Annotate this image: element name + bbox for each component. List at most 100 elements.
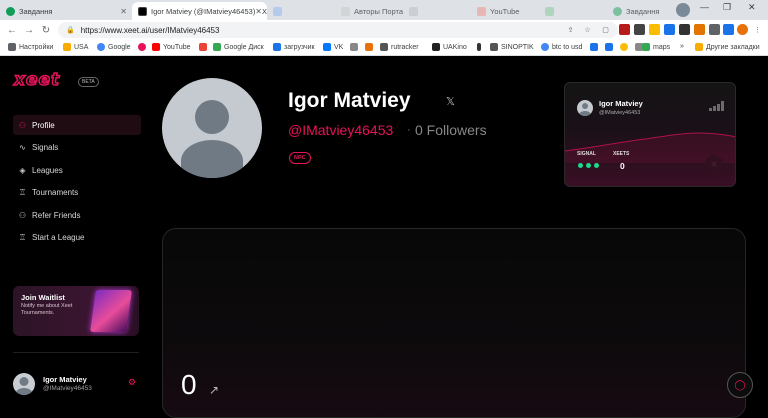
bookmark-item[interactable]: [477, 43, 484, 51]
reload-icon[interactable]: ↻: [41, 25, 51, 36]
extension-icon[interactable]: [679, 24, 690, 35]
bookmark-item[interactable]: Google Диск: [213, 43, 264, 51]
download-icon[interactable]: [723, 24, 734, 35]
x-twitter-icon[interactable]: 𝕏: [446, 95, 455, 108]
bookmark-icon[interactable]: ▢: [600, 24, 611, 35]
back-icon[interactable]: ←: [7, 25, 17, 36]
bookmark-item[interactable]: btc to usd: [541, 43, 582, 51]
browser-tab[interactable]: [267, 2, 335, 20]
join-waitlist-banner[interactable]: Join Waitlist Notify me about Xeet Tourn…: [13, 286, 139, 336]
close-tab-icon[interactable]: ✕: [255, 7, 262, 16]
bookmark-item[interactable]: [138, 43, 149, 51]
user-avatar[interactable]: [13, 373, 35, 395]
avatar-body-icon: [579, 111, 591, 116]
followers-count[interactable]: 0 Followers: [415, 122, 487, 138]
bookmark-item[interactable]: VK: [323, 43, 343, 51]
sidebar-item-profile[interactable]: ⚇ Profile: [13, 115, 141, 135]
bookmark-item[interactable]: Google: [97, 43, 131, 51]
avatar-head-icon: [19, 377, 29, 386]
signal-bar: [717, 104, 720, 111]
bookmark-item[interactable]: загрузчик: [273, 43, 315, 51]
sidebar-item-refer-friends[interactable]: ⚇ Refer Friends: [13, 205, 141, 225]
menu-dots-icon[interactable]: ⋮: [752, 24, 763, 35]
bookmark-item[interactable]: USA: [63, 43, 88, 51]
settings-gear-icon[interactable]: ⚙: [128, 377, 136, 388]
share-icon[interactable]: ⇪: [565, 24, 576, 35]
bookmark-item[interactable]: [605, 43, 616, 51]
address-bar[interactable]: 🔒 https://www.xeet.ai/user/IMatviey46453: [58, 22, 618, 38]
tab-favicon-icon: [545, 6, 554, 16]
sidebar-user-name: Igor Matviey: [43, 375, 87, 384]
bookmark-favicon-icon: [138, 43, 146, 51]
browser-tab[interactable]: YouTube: [471, 2, 539, 20]
google-icon: [97, 43, 105, 51]
sidebar-item-label: Refer Friends: [32, 210, 81, 220]
bookmark-item[interactable]: [620, 43, 631, 51]
browser-tab[interactable]: Авторы Портал: [335, 2, 403, 20]
bookmark-item[interactable]: [199, 43, 210, 51]
layers-icon: ◈: [19, 165, 26, 175]
xeet-logo[interactable]: xeet: [13, 69, 60, 91]
avatar-head-icon: [582, 103, 588, 109]
browser-tab[interactable]: Завдання: [607, 2, 675, 20]
sidebar-item-signals[interactable]: ∿ Signals: [13, 137, 141, 157]
trophy-icon: ♖: [18, 232, 27, 242]
more-bookmarks[interactable]: »: [680, 43, 684, 50]
score-panel: [162, 228, 746, 418]
bookmark-item[interactable]: rutracker: [380, 43, 419, 51]
browser-tab[interactable]: [403, 2, 471, 20]
bookmark-item[interactable]: [590, 43, 601, 51]
browser-tab[interactable]: Завдання ✕: [0, 2, 132, 20]
users-icon: ⚇: [18, 210, 27, 220]
url-text: https://www.xeet.ai/user/IMatviey46453: [80, 25, 220, 35]
extension-icon[interactable]: [634, 24, 645, 35]
bookmark-item[interactable]: maps: [642, 43, 670, 51]
bookmark-item[interactable]: YouTube: [152, 43, 191, 51]
profile-avatar-icon[interactable]: [676, 3, 690, 17]
profile-card[interactable]: Igor Matviey @IMatviey46453 SIGNAL XEETS…: [564, 82, 736, 187]
profile-handle[interactable]: @IMatviey46453: [288, 122, 393, 138]
avatar-body-icon: [16, 388, 32, 395]
bookmark-item[interactable]: [350, 43, 361, 51]
extension-icon[interactable]: [664, 24, 675, 35]
close-tab-icon[interactable]: ✕: [120, 7, 127, 16]
maximize-icon[interactable]: ❐: [723, 2, 731, 13]
lock-icon: 🔒: [66, 27, 75, 34]
sidebar-item-start-league[interactable]: ♖ Start a League: [13, 227, 141, 247]
bookmark-item[interactable]: SINOPTIK: [490, 43, 534, 51]
sidebar-item-label: Signals: [32, 142, 59, 152]
minimize-icon[interactable]: —: [700, 2, 709, 12]
bookmark-favicon-icon: [432, 43, 440, 51]
xeets-label: XEETS: [613, 151, 630, 157]
signal-label: SIGNAL: [577, 151, 596, 157]
signal-dots: [578, 163, 599, 168]
bookmark-item[interactable]: [365, 43, 376, 51]
maps-icon: [642, 43, 650, 51]
close-window-icon[interactable]: ✕: [748, 2, 756, 13]
extension-icon[interactable]: [649, 24, 660, 35]
bookmark-favicon-icon: [490, 43, 498, 51]
sidebar-item-tournaments[interactable]: ♖ Tournaments: [13, 182, 141, 202]
sidebar-item-leagues[interactable]: ◈ Leagues: [13, 160, 141, 180]
extension-icon[interactable]: [694, 24, 705, 35]
score-value: 0: [181, 369, 197, 400]
sidebar-item-label: Profile: [32, 120, 55, 130]
gmail-icon: [199, 43, 207, 51]
bookmark-favicon-icon: [605, 43, 613, 51]
chat-icon[interactable]: ◯: [727, 372, 753, 398]
folder-icon: [695, 43, 703, 51]
waitlist-title: Join Waitlist: [21, 293, 65, 302]
signal-dot: [578, 163, 583, 168]
profile-icon[interactable]: [737, 24, 748, 35]
star-icon[interactable]: ☆: [582, 24, 593, 35]
bookmark-item[interactable]: UAKino: [432, 43, 467, 51]
puzzle-icon[interactable]: [709, 24, 720, 35]
bookmark-item[interactable]: Другие закладки: [695, 43, 760, 51]
external-link-icon[interactable]: ↗: [209, 383, 219, 397]
browser-tab-active[interactable]: Igor Matviey (@IMatviey46453) - X ✕: [132, 2, 267, 20]
forward-icon[interactable]: →: [24, 25, 34, 36]
extension-icon[interactable]: [619, 24, 630, 35]
browser-tab[interactable]: [539, 2, 607, 20]
sidebar-divider: [13, 352, 139, 353]
bookmark-item[interactable]: Настройки: [8, 43, 53, 51]
